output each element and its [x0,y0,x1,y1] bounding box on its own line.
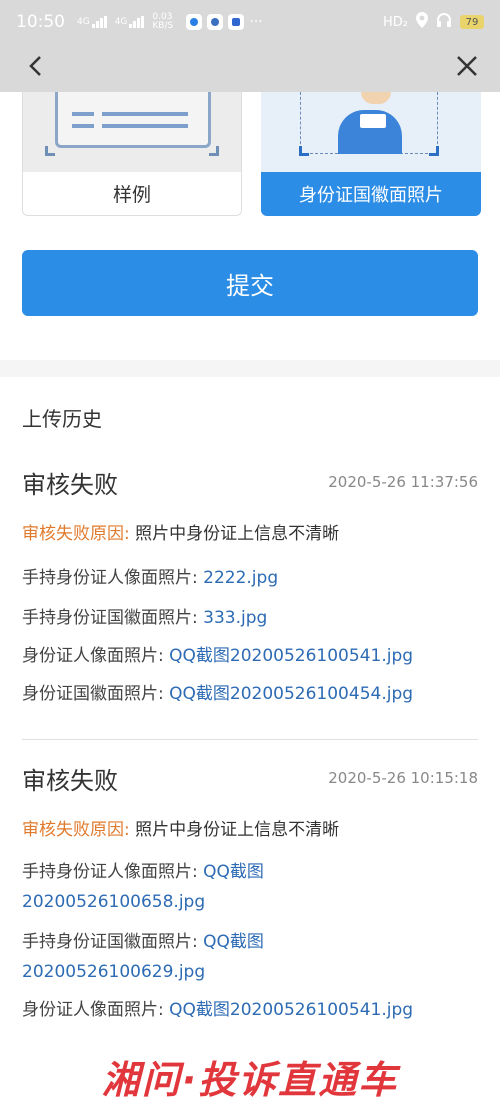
watermark-logo: 湘问·投诉直通车 [0,1042,500,1111]
file-link[interactable]: QQ截图 [203,932,264,952]
file-row: 手持身份证人像面照片: 2222.jpg [22,568,279,588]
signal-2-icon: 4G [115,16,145,28]
battery-icon: 79 [460,15,484,29]
reason-row: 审核失败原因: 照片中身份证上信息不清晰 [22,820,340,840]
file-link[interactable]: QQ截图20200526100541.jpg [169,646,413,666]
watermark-text: 湘问·投诉直通车 [101,1058,399,1102]
sample-label: 样例 [23,172,241,215]
app-notification-icon [186,14,203,30]
divider [22,739,478,740]
network-speed: 0.03 KB/S [152,12,174,31]
hd-indicator: HD₂ [383,14,408,30]
file-link[interactable]: 2222.jpg [203,568,278,588]
record-status: 审核失败 [22,471,118,499]
status-time: 10:50 [16,12,65,32]
submit-button[interactable]: 提交 [22,250,478,316]
app-notification-icon [207,14,224,30]
history-title: 上传历史 [22,407,102,431]
id-card-illustration [55,92,211,148]
record-status: 审核失败 [22,767,118,795]
file-link[interactable]: 20200526100629.jpg [22,962,205,982]
status-bar: 10:50 4G 4G 0.03 KB/S ··· HD₂ 79 [0,0,500,44]
holding-id-illustration [261,92,481,172]
reason-row: 审核失败原因: 照片中身份证上信息不清晰 [22,524,340,544]
file-row: 身份证国徽面照片: QQ截图20200526100454.jpg [22,684,414,704]
emblem-label: 身份证国徽面照片 [299,185,443,206]
file-row: 手持身份证人像面照片: QQ截图 20200526100658.jpg [22,862,264,912]
signal-1-icon: 4G [77,16,107,28]
sample-card[interactable]: 样例 [22,92,242,216]
file-link[interactable]: 20200526100658.jpg [22,892,205,912]
close-icon[interactable] [456,53,478,83]
file-link[interactable]: QQ截图 [203,862,264,882]
headset-icon [436,12,452,32]
file-link[interactable]: QQ截图20200526100454.jpg [169,684,413,704]
sample-id-image [23,92,241,172]
file-link[interactable]: 333.jpg [203,608,267,628]
upload-history: 上传历史 审核失败 2020-5-26 11:37:56 审核失败原因: 照片中… [0,377,500,1111]
chevron-left-icon[interactable] [28,54,42,82]
file-row: 身份证人像面照片: QQ截图20200526100541.jpg [22,646,414,666]
paw-app-icon [228,14,245,30]
record-time: 2020-5-26 11:37:56 [328,473,478,491]
nav-bar [0,44,500,92]
file-row: 手持身份证国徽面照片: 333.jpg [22,608,268,628]
emblem-upload-card[interactable]: 身份证国徽面照片 [261,92,481,216]
record-time: 2020-5-26 10:15:18 [328,769,478,787]
file-row: 身份证人像面照片: QQ截图20200526100541.jpg [22,1000,414,1020]
more-notifications-icon: ··· [249,14,263,30]
file-row: 手持身份证国徽面照片: QQ截图 20200526100629.jpg [22,932,264,982]
upload-section: 样例 身份证国徽面照片 提交 [0,92,500,360]
location-icon [416,12,428,32]
file-link[interactable]: QQ截图20200526100541.jpg [169,1000,413,1020]
